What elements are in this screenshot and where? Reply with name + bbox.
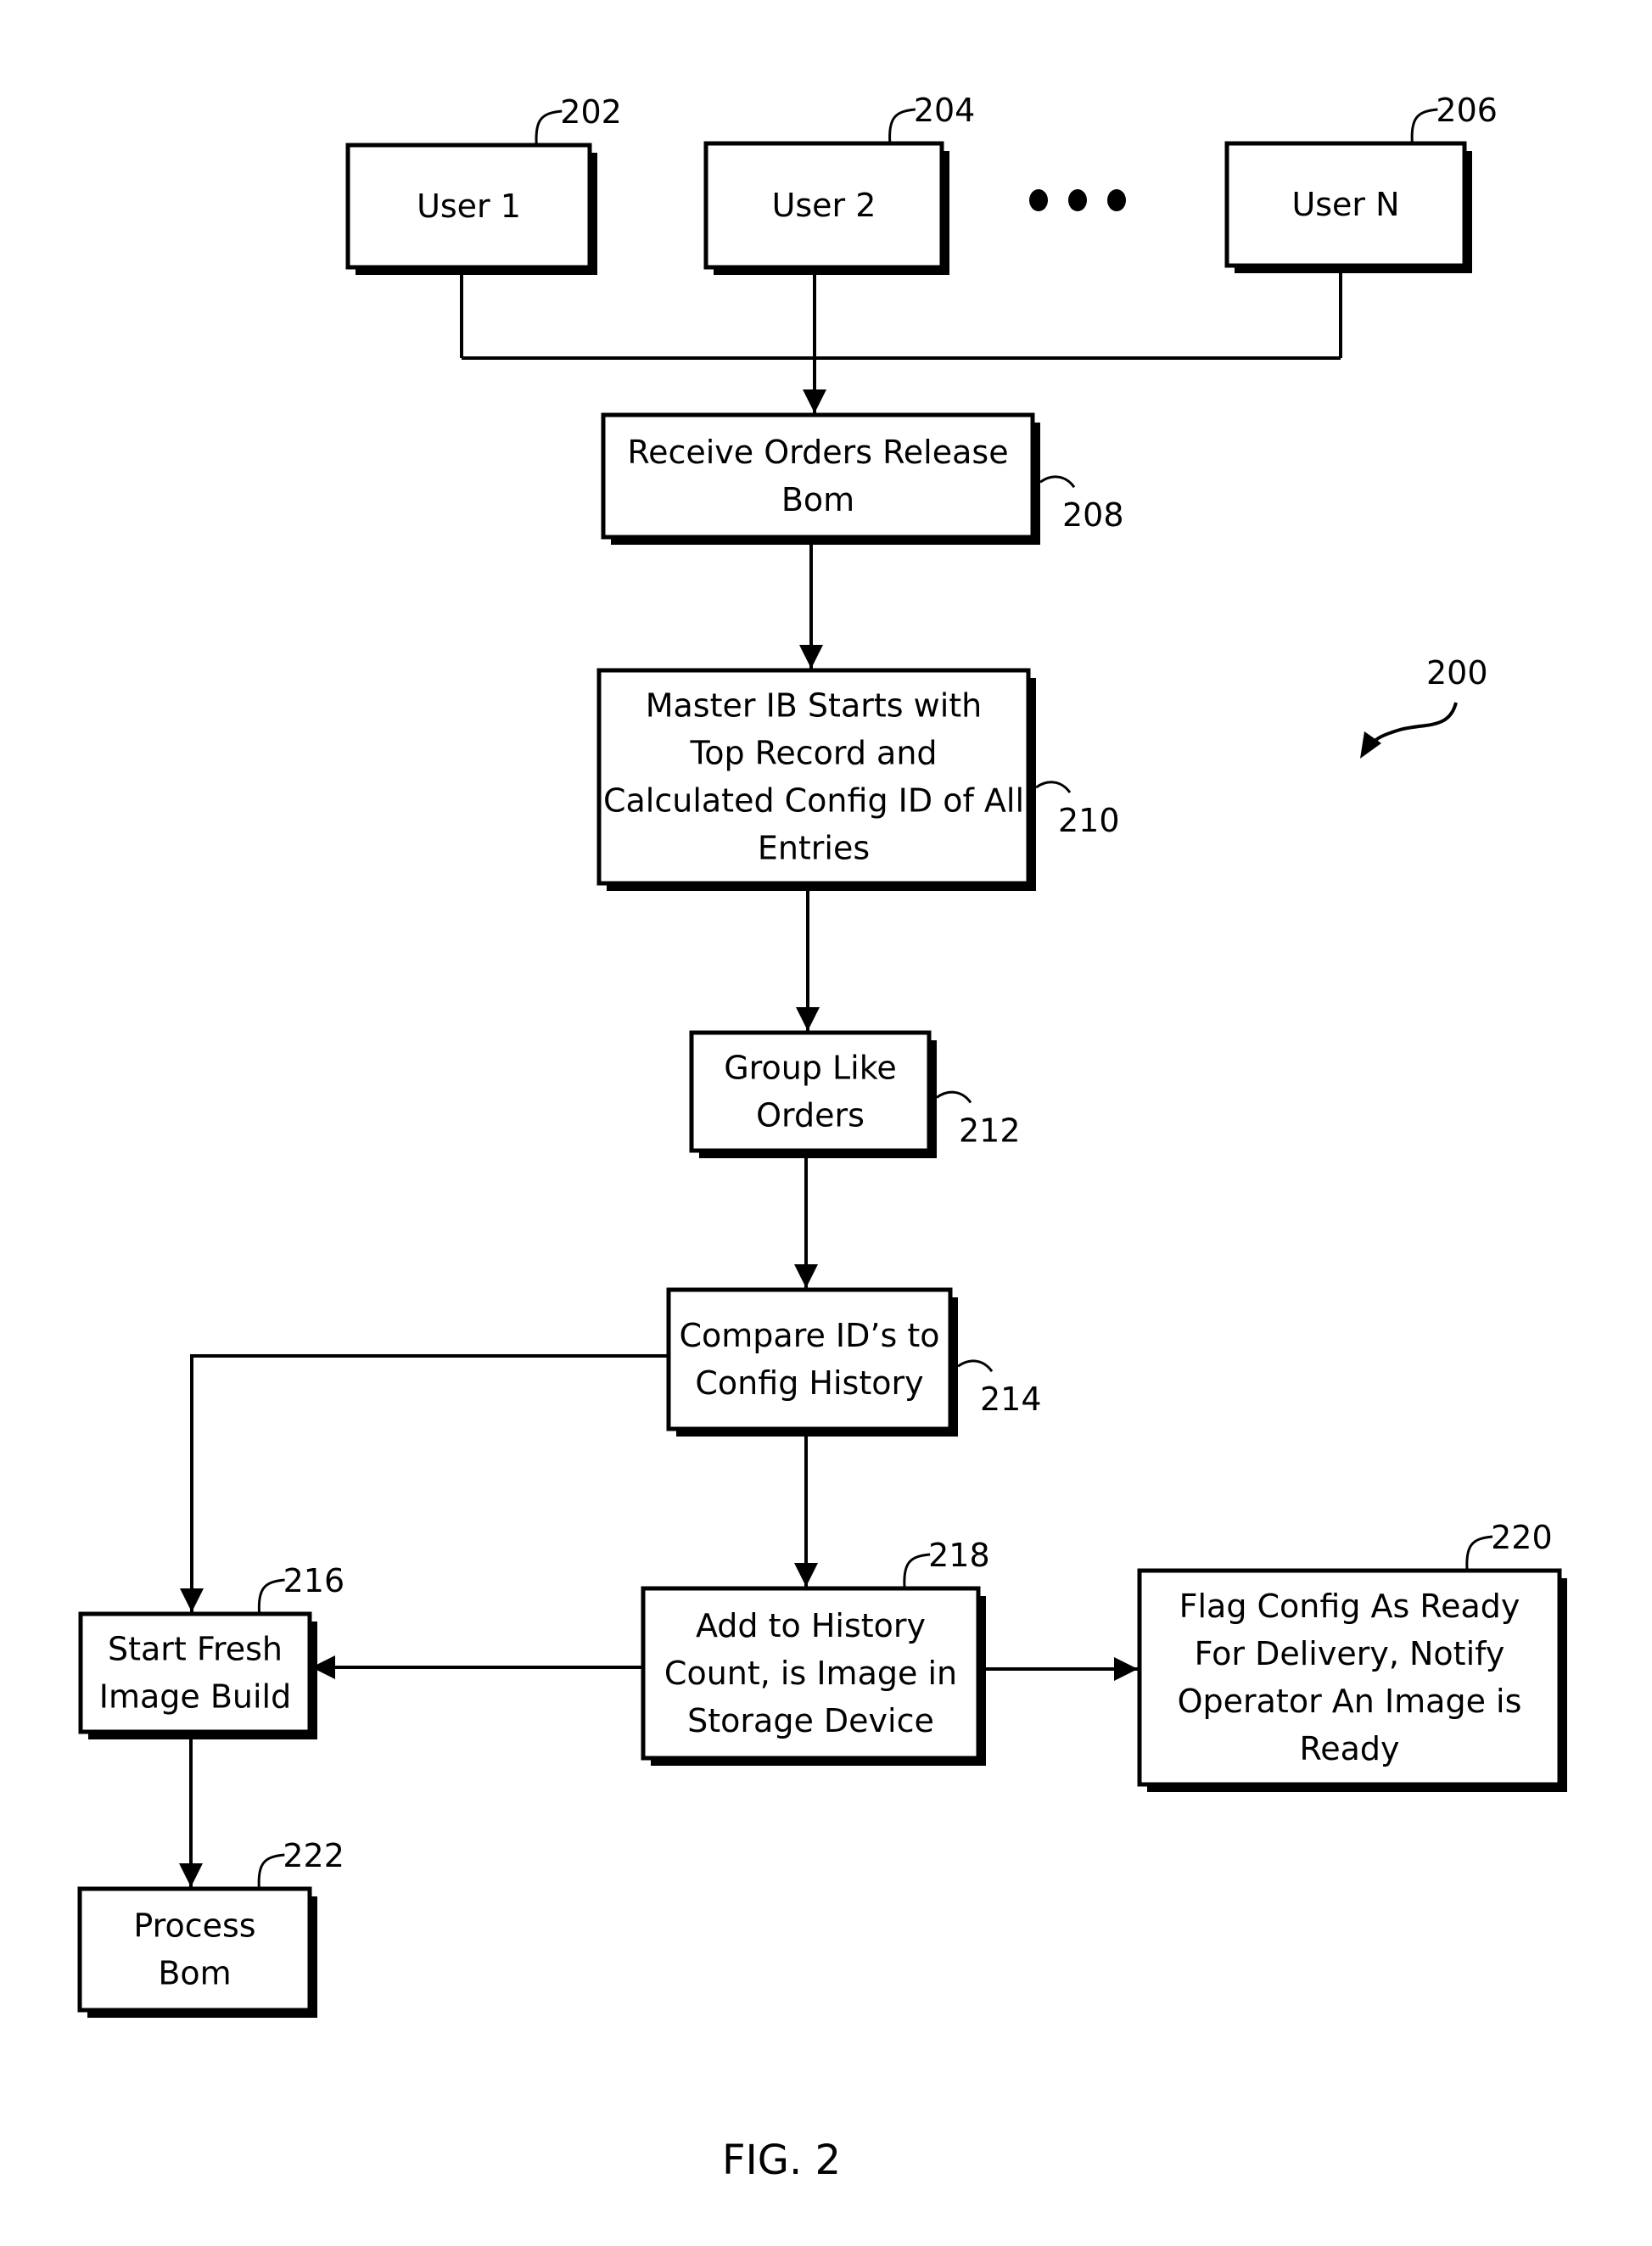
node-212: Group Like Orders 212 xyxy=(689,1030,1021,1158)
node-216: Start Fresh Image Build 216 xyxy=(78,1562,345,1739)
reference-leader-line xyxy=(936,1090,972,1104)
node-label-line: Group Like xyxy=(724,1050,897,1087)
node-reference-number: 202 xyxy=(560,93,622,131)
node-label-line: For Delivery, Notify xyxy=(1195,1635,1505,1672)
node-reference-number: 208 xyxy=(1062,496,1124,534)
ellipsis-dots xyxy=(1029,189,1126,211)
node-label-line: Receive Orders Release xyxy=(627,434,1008,471)
figure-reference-label: 200 xyxy=(1426,654,1488,692)
reference-leader-line xyxy=(957,1359,994,1373)
reference-leader-line xyxy=(1035,781,1072,793)
node-label-line: User 1 xyxy=(417,188,521,225)
node-label-line: Calculated Config ID of All xyxy=(603,782,1024,820)
node-label-line: Ready xyxy=(1300,1730,1400,1767)
reference-leader-line xyxy=(888,108,916,144)
figure-reference: 200 xyxy=(1360,654,1488,759)
node-reference-number: 220 xyxy=(1491,1519,1553,1556)
node-reference-number: 210 xyxy=(1058,802,1120,839)
node-label-line: Flag Config As Ready xyxy=(1179,1588,1520,1625)
node-box xyxy=(666,1287,953,1431)
reference-leader-line xyxy=(1410,108,1438,144)
node-reference-number: 216 xyxy=(283,1562,345,1599)
reference-leader-line xyxy=(257,1578,285,1615)
node-reference-number: 214 xyxy=(980,1381,1042,1418)
node-label-line: Config History xyxy=(695,1364,923,1402)
reference-leader-line xyxy=(535,109,563,146)
node-label-line: Entries xyxy=(758,830,870,867)
node-204: User 2 204 xyxy=(703,92,976,275)
reference-leader-line xyxy=(1465,1535,1493,1571)
node-label-line: User 2 xyxy=(772,187,876,224)
node-label-line: Add to History xyxy=(696,1607,926,1644)
node-label-line: Bom xyxy=(158,1955,231,1992)
node-label-line: User N xyxy=(1291,186,1399,223)
node-label-line: Orders xyxy=(756,1097,865,1134)
node-218: Add to History Count, is Image in Storage … xyxy=(641,1537,990,1766)
reference-leader-line xyxy=(1039,475,1076,489)
node-202: User 1 202 xyxy=(345,93,622,275)
node-label-line: Image Build xyxy=(99,1678,291,1716)
reference-leader-line xyxy=(257,1853,285,1890)
edge-214-216 xyxy=(180,1354,669,1612)
node-label-line: Master IB Starts with xyxy=(646,687,983,725)
node-label-line: Operator An Image is xyxy=(1178,1683,1522,1720)
node-222: Process Bom 222 xyxy=(77,1837,344,2018)
node-label-line: Start Fresh xyxy=(108,1631,283,1668)
node-label-line: Process xyxy=(133,1907,255,1945)
node-220: Flag Config As Ready For Delivery, Notify… xyxy=(1137,1519,1567,1792)
node-210: Master IB Starts with Top Record and Calcu… xyxy=(596,668,1120,891)
node-206: User N 206 xyxy=(1224,92,1498,273)
node-label-line: Count, is Image in xyxy=(664,1655,957,1692)
nodes: User 1 202 User 2 204 User N 206 Receive Order… xyxy=(77,92,1567,2018)
node-214: Compare ID’s to Config History 214 xyxy=(666,1287,1042,1437)
node-reference-number: 222 xyxy=(283,1837,344,1874)
node-reference-number: 218 xyxy=(928,1537,990,1574)
node-reference-number: 204 xyxy=(914,92,976,129)
node-label-line: Storage Device xyxy=(687,1702,934,1739)
reference-leader-line xyxy=(903,1553,931,1589)
node-reference-number: 212 xyxy=(959,1112,1021,1149)
node-label-line: Compare ID’s to xyxy=(679,1317,939,1354)
node-reference-number: 206 xyxy=(1436,92,1498,129)
figure-reference-arrow-icon xyxy=(1369,702,1458,747)
node-208: Receive Orders Release Bom 208 xyxy=(601,412,1124,545)
flowchart: User 1 202 User 2 204 User N 206 Receive Order… xyxy=(77,92,1567,2184)
figure-label: FIG. 2 xyxy=(722,2137,841,2184)
node-label-line: Bom xyxy=(781,481,854,518)
node-label-line: Top Record and xyxy=(689,735,937,772)
